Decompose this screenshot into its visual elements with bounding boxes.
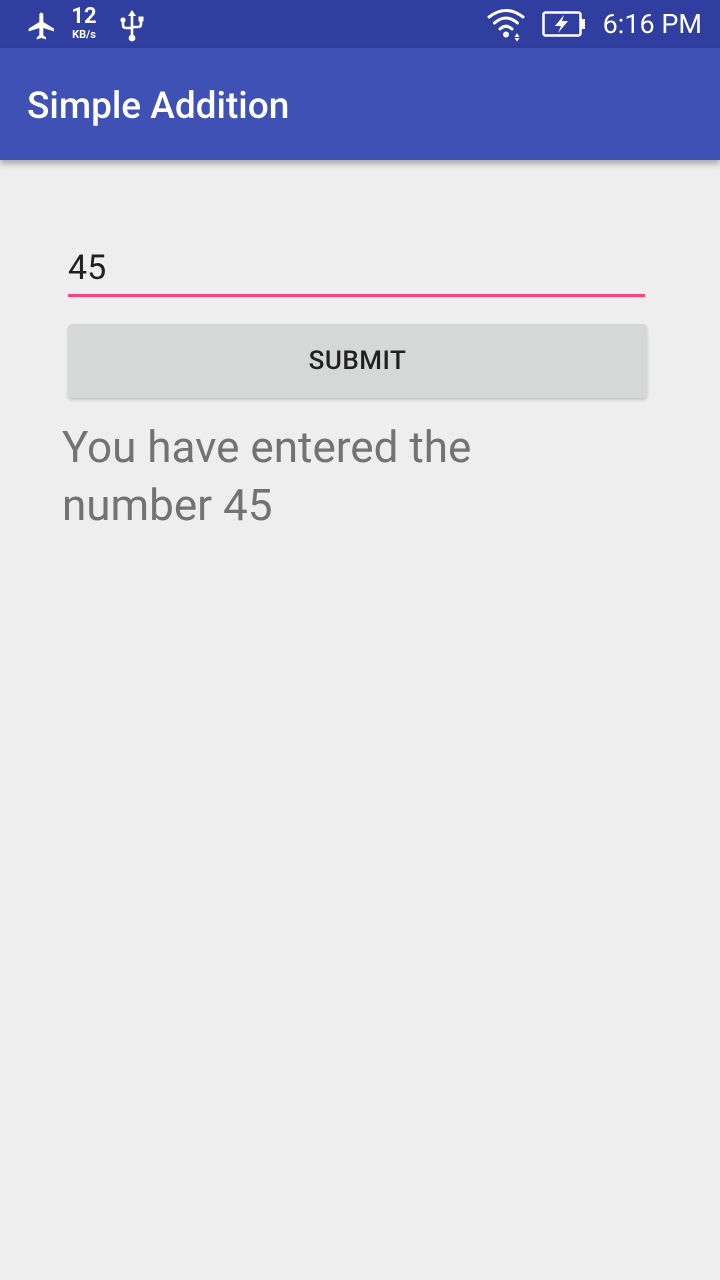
network-speed: 12 KB/s (64, 4, 104, 41)
network-speed-value: 12 (71, 4, 97, 29)
usb-icon (120, 10, 144, 42)
wifi-icon (487, 9, 525, 42)
airplane-mode-icon (28, 12, 54, 40)
number-input[interactable] (68, 242, 645, 297)
battery-charging-icon (542, 11, 585, 37)
network-speed-unit: KB/s (72, 28, 96, 41)
result-text: You have entered the number 45 (62, 421, 472, 531)
status-time: 6:16 PM (602, 8, 702, 40)
submit-button[interactable]: SUBMIT (68, 324, 647, 398)
status-bar: 12 KB/s 6:16 PM (0, 0, 720, 48)
app-title: Simple Addition (27, 85, 290, 128)
